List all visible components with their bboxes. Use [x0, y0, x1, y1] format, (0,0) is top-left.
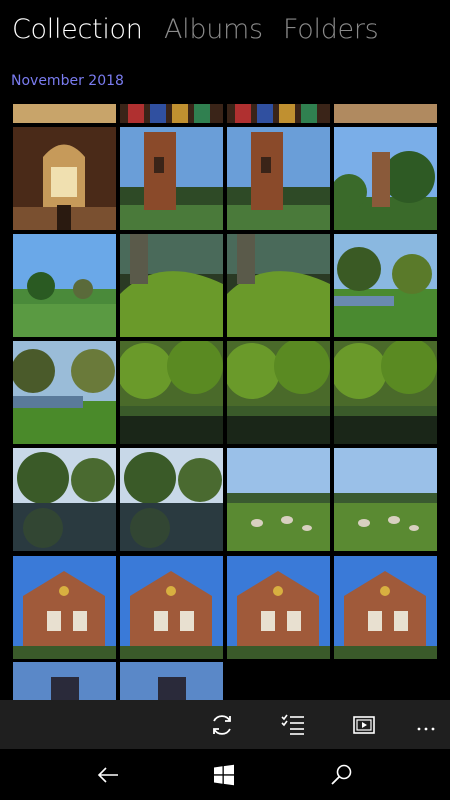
start-button[interactable]: [208, 759, 240, 791]
photo-thumbnail[interactable]: [227, 341, 330, 444]
back-icon: [97, 767, 118, 783]
tab-albums[interactable]: Albums: [164, 14, 263, 45]
back-button[interactable]: [92, 759, 124, 791]
photo-thumbnail[interactable]: [13, 448, 116, 551]
photo-thumbnail[interactable]: [334, 234, 437, 337]
photo-thumbnail[interactable]: [334, 104, 437, 123]
photo-thumbnail[interactable]: [13, 662, 116, 700]
photo-thumbnail[interactable]: [120, 234, 223, 337]
photo-thumbnail[interactable]: [227, 104, 330, 123]
photo-thumbnail[interactable]: [120, 448, 223, 551]
select-button[interactable]: [276, 708, 310, 742]
photo-thumbnail[interactable]: [13, 234, 116, 337]
slideshow-icon: [353, 716, 375, 734]
sync-icon: [213, 715, 231, 735]
photo-thumbnail[interactable]: [227, 448, 330, 551]
windows-icon: [214, 764, 234, 786]
sync-button[interactable]: [205, 708, 239, 742]
search-button[interactable]: [326, 759, 358, 791]
photo-thumbnail[interactable]: [227, 234, 330, 337]
photo-thumbnail[interactable]: [334, 448, 437, 551]
app-bar: [0, 700, 450, 749]
photo-thumbnail[interactable]: [227, 127, 330, 230]
more-button[interactable]: [409, 708, 443, 742]
pivot-header: Collection Albums Folders: [0, 0, 450, 64]
photo-thumbnail[interactable]: [13, 341, 116, 444]
photo-thumbnail[interactable]: [120, 104, 223, 123]
tab-folders[interactable]: Folders: [283, 14, 379, 45]
photo-thumbnail[interactable]: [120, 127, 223, 230]
photo-thumbnail[interactable]: [227, 556, 330, 659]
photo-thumbnail[interactable]: [120, 341, 223, 444]
navigation-bar: [0, 749, 450, 800]
photo-thumbnail[interactable]: [13, 104, 116, 123]
select-icon: [281, 714, 304, 735]
photo-thumbnail[interactable]: [120, 662, 223, 700]
more-icon: [417, 727, 435, 731]
photo-grid: [12, 104, 438, 700]
photo-thumbnail[interactable]: [13, 127, 116, 230]
date-group-header[interactable]: November 2018: [11, 73, 124, 89]
photo-thumbnail[interactable]: [120, 556, 223, 659]
photo-thumbnail[interactable]: [334, 127, 437, 230]
photo-thumbnail[interactable]: [334, 341, 437, 444]
slideshow-button[interactable]: [347, 708, 381, 742]
search-icon: [331, 764, 352, 785]
tab-collection[interactable]: Collection: [12, 14, 143, 45]
photo-thumbnail[interactable]: [13, 556, 116, 659]
photo-thumbnail[interactable]: [334, 556, 437, 659]
